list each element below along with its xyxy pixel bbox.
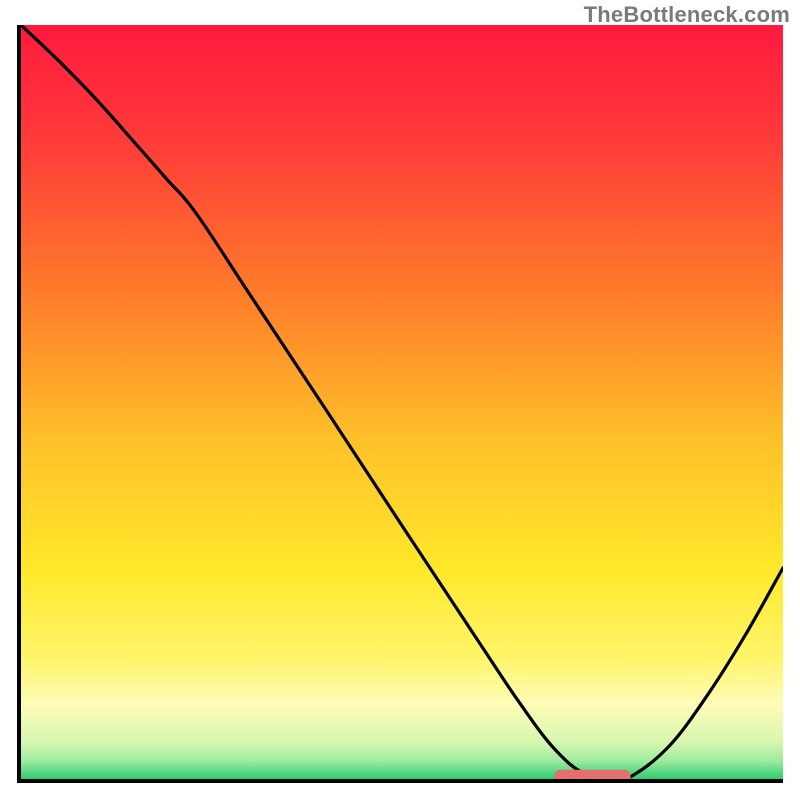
highlight-pill [21,25,783,779]
chart-frame: TheBottleneck.com [0,0,800,800]
plot-area [17,25,783,783]
